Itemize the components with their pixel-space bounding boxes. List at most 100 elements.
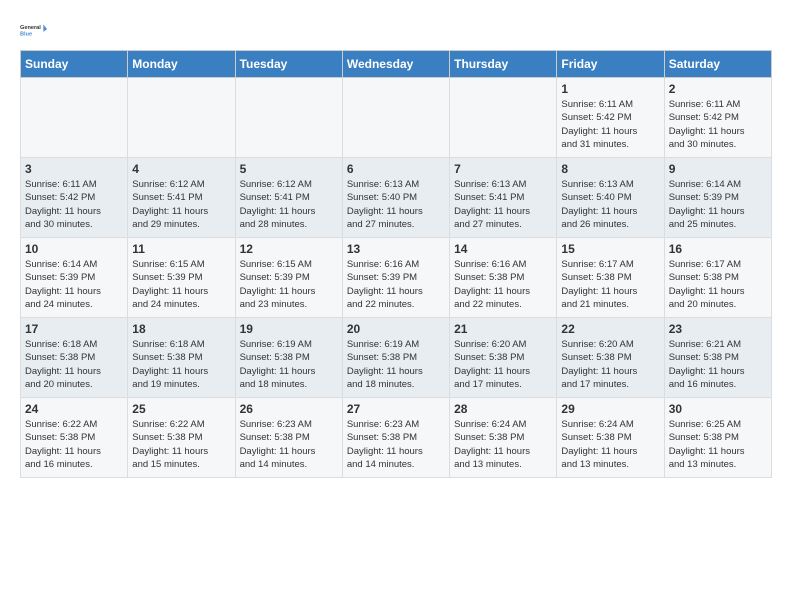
day-number: 18: [132, 322, 230, 336]
day-number: 8: [561, 162, 659, 176]
calendar-week-row: 17 Sunrise: 6:18 AM Sunset: 5:38 PM Dayli…: [21, 318, 772, 398]
day-number: 29: [561, 402, 659, 416]
day-number: 12: [240, 242, 338, 256]
logo: GeneralBlue: [20, 16, 48, 44]
day-info: Sunrise: 6:16 AM Sunset: 5:39 PM Dayligh…: [347, 258, 445, 311]
calendar-day-cell: 2 Sunrise: 6:11 AM Sunset: 5:42 PM Daylig…: [664, 78, 771, 158]
svg-text:Blue: Blue: [20, 32, 32, 38]
calendar-day-cell: [21, 78, 128, 158]
day-info: Sunrise: 6:17 AM Sunset: 5:38 PM Dayligh…: [669, 258, 767, 311]
calendar-day-cell: 4 Sunrise: 6:12 AM Sunset: 5:41 PM Daylig…: [128, 158, 235, 238]
calendar-day-cell: 10Sunrise: 6:14 AM Sunset: 5:39 PM Dayli…: [21, 238, 128, 318]
day-number: 22: [561, 322, 659, 336]
weekday-header: Friday: [557, 51, 664, 78]
calendar-day-cell: 14Sunrise: 6:16 AM Sunset: 5:38 PM Dayli…: [450, 238, 557, 318]
calendar-header-row: SundayMondayTuesdayWednesdayThursdayFrid…: [21, 51, 772, 78]
day-number: 21: [454, 322, 552, 336]
calendar-day-cell: 7 Sunrise: 6:13 AM Sunset: 5:41 PM Daylig…: [450, 158, 557, 238]
calendar-week-row: 10Sunrise: 6:14 AM Sunset: 5:39 PM Dayli…: [21, 238, 772, 318]
day-number: 19: [240, 322, 338, 336]
day-info: Sunrise: 6:23 AM Sunset: 5:38 PM Dayligh…: [347, 418, 445, 471]
day-number: 24: [25, 402, 123, 416]
day-number: 9: [669, 162, 767, 176]
calendar-table: SundayMondayTuesdayWednesdayThursdayFrid…: [20, 50, 772, 478]
calendar-day-cell: 11 Sunrise: 6:15 AM Sunset: 5:39 PM Dayli…: [128, 238, 235, 318]
day-number: 5: [240, 162, 338, 176]
day-info: Sunrise: 6:12 AM Sunset: 5:41 PM Dayligh…: [132, 178, 230, 231]
day-number: 26: [240, 402, 338, 416]
day-info: Sunrise: 6:15 AM Sunset: 5:39 PM Dayligh…: [132, 258, 230, 311]
day-info: Sunrise: 6:11 AM Sunset: 5:42 PM Dayligh…: [25, 178, 123, 231]
day-number: 2: [669, 82, 767, 96]
day-info: Sunrise: 6:17 AM Sunset: 5:38 PM Dayligh…: [561, 258, 659, 311]
day-info: Sunrise: 6:11 AM Sunset: 5:42 PM Dayligh…: [669, 98, 767, 151]
calendar-day-cell: 5 Sunrise: 6:12 AM Sunset: 5:41 PM Daylig…: [235, 158, 342, 238]
logo-icon: GeneralBlue: [20, 16, 48, 44]
calendar-day-cell: 1 Sunrise: 6:11 AM Sunset: 5:42 PM Daylig…: [557, 78, 664, 158]
calendar-day-cell: 21 Sunrise: 6:20 AM Sunset: 5:38 PM Dayli…: [450, 318, 557, 398]
calendar-day-cell: 25Sunrise: 6:22 AM Sunset: 5:38 PM Dayli…: [128, 398, 235, 478]
day-info: Sunrise: 6:19 AM Sunset: 5:38 PM Dayligh…: [240, 338, 338, 391]
day-info: Sunrise: 6:15 AM Sunset: 5:39 PM Dayligh…: [240, 258, 338, 311]
calendar-day-cell: 20Sunrise: 6:19 AM Sunset: 5:38 PM Dayli…: [342, 318, 449, 398]
calendar-day-cell: 9 Sunrise: 6:14 AM Sunset: 5:39 PM Daylig…: [664, 158, 771, 238]
calendar-week-row: 1 Sunrise: 6:11 AM Sunset: 5:42 PM Daylig…: [21, 78, 772, 158]
day-number: 17: [25, 322, 123, 336]
calendar-day-cell: [235, 78, 342, 158]
calendar-day-cell: [342, 78, 449, 158]
page-header: GeneralBlue: [20, 16, 772, 44]
day-info: Sunrise: 6:25 AM Sunset: 5:38 PM Dayligh…: [669, 418, 767, 471]
calendar-day-cell: 16 Sunrise: 6:17 AM Sunset: 5:38 PM Dayli…: [664, 238, 771, 318]
weekday-header: Saturday: [664, 51, 771, 78]
day-number: 6: [347, 162, 445, 176]
weekday-header: Tuesday: [235, 51, 342, 78]
day-info: Sunrise: 6:22 AM Sunset: 5:38 PM Dayligh…: [25, 418, 123, 471]
day-info: Sunrise: 6:24 AM Sunset: 5:38 PM Dayligh…: [561, 418, 659, 471]
weekday-header: Sunday: [21, 51, 128, 78]
day-info: Sunrise: 6:13 AM Sunset: 5:41 PM Dayligh…: [454, 178, 552, 231]
calendar-day-cell: 29 Sunrise: 6:24 AM Sunset: 5:38 PM Dayli…: [557, 398, 664, 478]
day-info: Sunrise: 6:13 AM Sunset: 5:40 PM Dayligh…: [347, 178, 445, 231]
calendar-day-cell: 23 Sunrise: 6:21 AM Sunset: 5:38 PM Dayli…: [664, 318, 771, 398]
day-info: Sunrise: 6:11 AM Sunset: 5:42 PM Dayligh…: [561, 98, 659, 151]
day-info: Sunrise: 6:20 AM Sunset: 5:38 PM Dayligh…: [454, 338, 552, 391]
calendar-day-cell: 19 Sunrise: 6:19 AM Sunset: 5:38 PM Dayli…: [235, 318, 342, 398]
day-info: Sunrise: 6:16 AM Sunset: 5:38 PM Dayligh…: [454, 258, 552, 311]
calendar-day-cell: [450, 78, 557, 158]
calendar-day-cell: 22 Sunrise: 6:20 AM Sunset: 5:38 PM Dayli…: [557, 318, 664, 398]
day-number: 11: [132, 242, 230, 256]
calendar-day-cell: 8 Sunrise: 6:13 AM Sunset: 5:40 PM Daylig…: [557, 158, 664, 238]
day-info: Sunrise: 6:14 AM Sunset: 5:39 PM Dayligh…: [669, 178, 767, 231]
day-number: 10: [25, 242, 123, 256]
day-info: Sunrise: 6:19 AM Sunset: 5:38 PM Dayligh…: [347, 338, 445, 391]
day-number: 27: [347, 402, 445, 416]
day-number: 16: [669, 242, 767, 256]
calendar-day-cell: 6 Sunrise: 6:13 AM Sunset: 5:40 PM Daylig…: [342, 158, 449, 238]
calendar-day-cell: 17 Sunrise: 6:18 AM Sunset: 5:38 PM Dayli…: [21, 318, 128, 398]
day-number: 7: [454, 162, 552, 176]
day-info: Sunrise: 6:24 AM Sunset: 5:38 PM Dayligh…: [454, 418, 552, 471]
day-info: Sunrise: 6:18 AM Sunset: 5:38 PM Dayligh…: [25, 338, 123, 391]
calendar-day-cell: 30Sunrise: 6:25 AM Sunset: 5:38 PM Dayli…: [664, 398, 771, 478]
weekday-header: Wednesday: [342, 51, 449, 78]
weekday-header: Monday: [128, 51, 235, 78]
calendar-week-row: 24 Sunrise: 6:22 AM Sunset: 5:38 PM Dayli…: [21, 398, 772, 478]
day-number: 1: [561, 82, 659, 96]
day-info: Sunrise: 6:23 AM Sunset: 5:38 PM Dayligh…: [240, 418, 338, 471]
day-info: Sunrise: 6:21 AM Sunset: 5:38 PM Dayligh…: [669, 338, 767, 391]
calendar-day-cell: 15 Sunrise: 6:17 AM Sunset: 5:38 PM Dayli…: [557, 238, 664, 318]
day-number: 25: [132, 402, 230, 416]
calendar-day-cell: 12 Sunrise: 6:15 AM Sunset: 5:39 PM Dayli…: [235, 238, 342, 318]
calendar-day-cell: 18Sunrise: 6:18 AM Sunset: 5:38 PM Dayli…: [128, 318, 235, 398]
day-info: Sunrise: 6:13 AM Sunset: 5:40 PM Dayligh…: [561, 178, 659, 231]
weekday-header: Thursday: [450, 51, 557, 78]
calendar-day-cell: 28Sunrise: 6:24 AM Sunset: 5:38 PM Dayli…: [450, 398, 557, 478]
day-number: 15: [561, 242, 659, 256]
day-number: 4: [132, 162, 230, 176]
day-number: 3: [25, 162, 123, 176]
calendar-week-row: 3 Sunrise: 6:11 AM Sunset: 5:42 PM Daylig…: [21, 158, 772, 238]
day-number: 23: [669, 322, 767, 336]
day-info: Sunrise: 6:20 AM Sunset: 5:38 PM Dayligh…: [561, 338, 659, 391]
calendar-day-cell: 27 Sunrise: 6:23 AM Sunset: 5:38 PM Dayli…: [342, 398, 449, 478]
day-info: Sunrise: 6:12 AM Sunset: 5:41 PM Dayligh…: [240, 178, 338, 231]
